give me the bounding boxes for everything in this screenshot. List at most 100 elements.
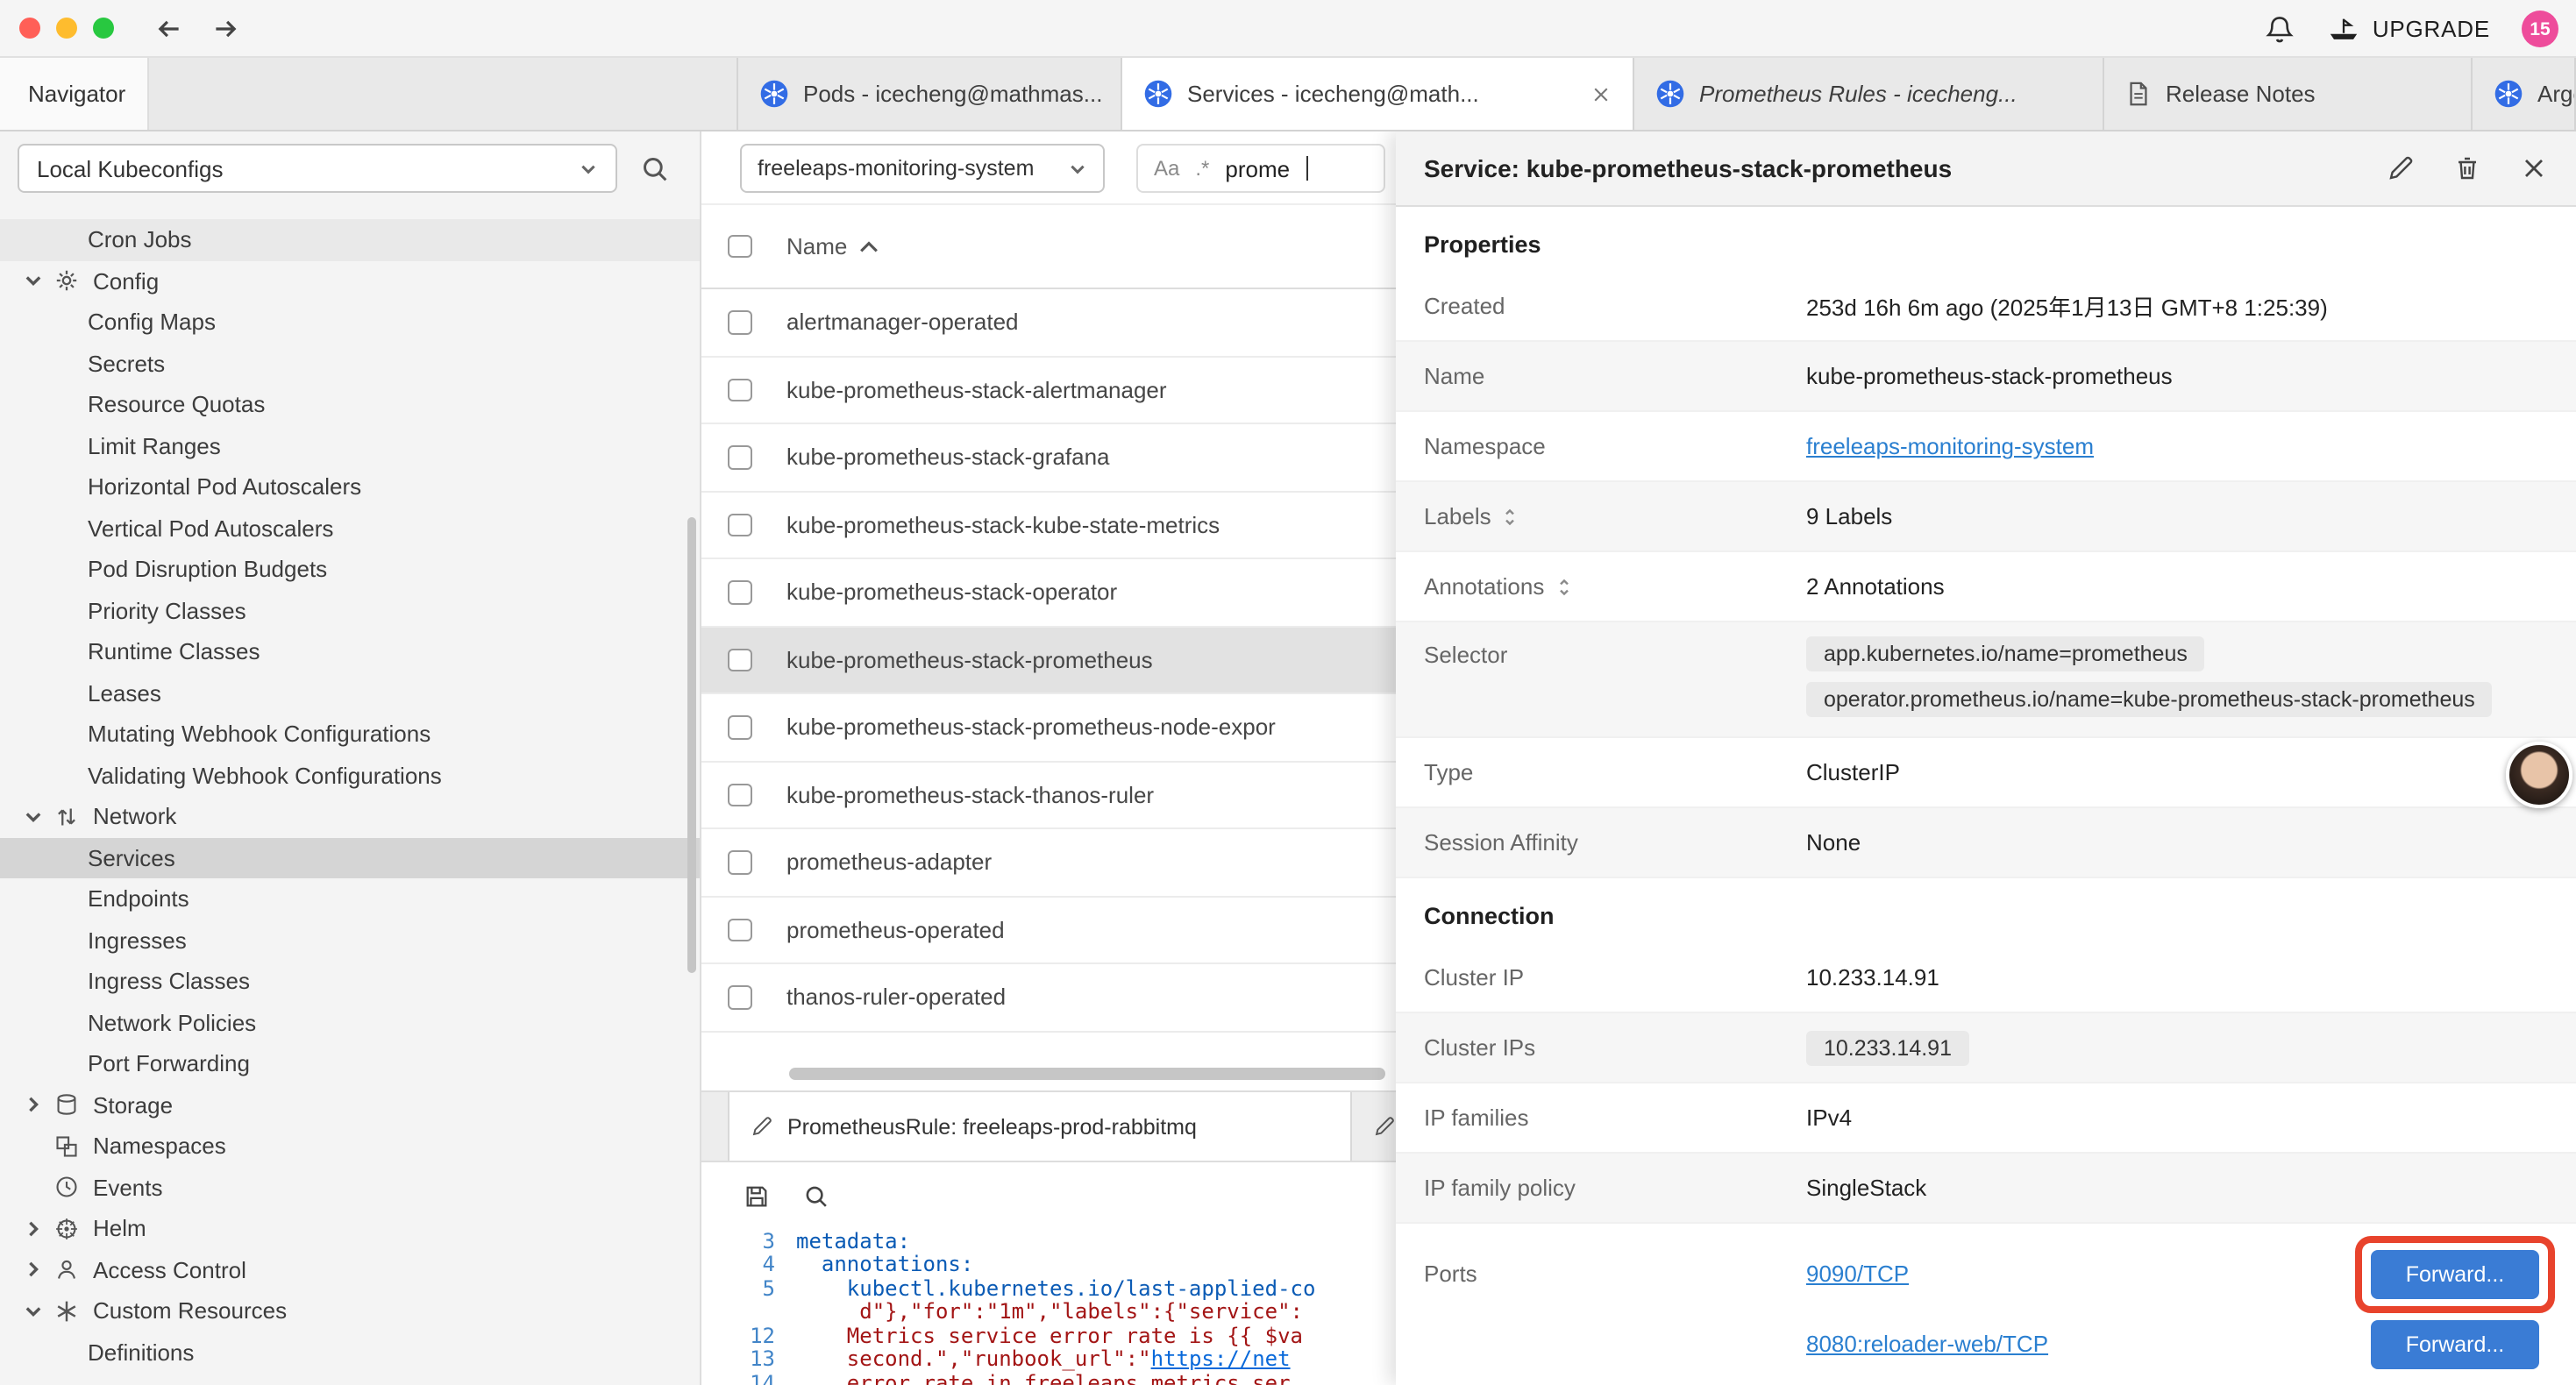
regex-toggle[interactable]: .* (1195, 156, 1209, 181)
sidebar-group-access-control[interactable]: Access Control (0, 1249, 700, 1290)
forward-button[interactable]: Forward... (2371, 1320, 2539, 1369)
sidebar-item-namespaces[interactable]: Namespaces (0, 1126, 700, 1167)
search-icon[interactable] (640, 153, 670, 183)
horizontal-scrollbar[interactable] (789, 1068, 1385, 1080)
navigator-header[interactable]: Navigator (0, 58, 149, 130)
sidebar-item-ingresses[interactable]: Ingresses (0, 920, 700, 961)
dock-tab-partial[interactable] (1352, 1092, 1396, 1161)
table-header: Name (701, 205, 1396, 289)
access-control-icon (54, 1258, 79, 1282)
sidebar-scrollbar[interactable] (687, 517, 696, 973)
close-drawer-icon[interactable] (2520, 154, 2548, 182)
code-line: metadata: (796, 1229, 910, 1254)
table-row[interactable]: prometheus-adapter (701, 829, 1396, 897)
kubeconfig-selector[interactable]: Local Kubeconfigs (18, 144, 617, 193)
tab-release-notes[interactable]: Release Notes (2104, 58, 2473, 130)
table-row-selected[interactable]: kube-prometheus-stack-prometheus (701, 627, 1396, 694)
row-checkbox[interactable] (728, 580, 751, 604)
table-row[interactable]: kube-prometheus-stack-thanos-ruler (701, 762, 1396, 829)
sidebar-item-horizontal-pod-autoscalers[interactable]: Horizontal Pod Autoscalers (0, 466, 700, 508)
back-icon[interactable] (154, 14, 184, 44)
sidebar-item-leases[interactable]: Leases (0, 672, 700, 714)
save-icon[interactable] (744, 1183, 770, 1209)
tab-services[interactable]: Services - icecheng@math... (1122, 58, 1634, 130)
sidebar-item-definitions[interactable]: Definitions (0, 1332, 700, 1373)
row-checkbox[interactable] (728, 850, 751, 874)
row-checkbox[interactable] (728, 715, 751, 739)
row-checkbox[interactable] (728, 310, 751, 334)
sidebar-item-secrets[interactable]: Secrets (0, 343, 700, 384)
table-row[interactable]: kube-prometheus-stack-grafana (701, 424, 1396, 492)
sidebar-item-runtime-classes[interactable]: Runtime Classes (0, 631, 700, 672)
name-column-header[interactable]: Name (786, 233, 847, 259)
port-link-8080[interactable]: 8080:reloader-web/TCP (1806, 1331, 2048, 1357)
delete-icon[interactable] (2453, 154, 2481, 182)
sidebar-item-pod-disruption-budgets[interactable]: Pod Disruption Budgets (0, 549, 700, 590)
sidebar-item-events[interactable]: Events (0, 1167, 700, 1208)
search-icon[interactable] (803, 1183, 829, 1209)
close-tab-icon[interactable] (1590, 83, 1612, 104)
table-row[interactable]: prometheus-operated (701, 897, 1396, 964)
sidebar-item-cron-jobs[interactable]: Cron Jobs (0, 219, 700, 260)
select-all-checkbox[interactable] (728, 235, 751, 259)
maximize-window-button[interactable] (93, 18, 114, 39)
table-row[interactable]: alertmanager-operated (701, 289, 1396, 357)
tab-pods[interactable]: Pods - icecheng@mathmas... (737, 58, 1122, 130)
forward-icon[interactable] (210, 14, 240, 44)
expand-updown-icon[interactable] (1555, 576, 1572, 597)
table-row[interactable]: kube-prometheus-stack-prometheus-node-ex… (701, 694, 1396, 762)
row-checkbox[interactable] (728, 648, 751, 671)
notifications-bell-icon[interactable] (2264, 13, 2295, 45)
tab-prometheus-rules[interactable]: Prometheus Rules - icecheng... (1634, 58, 2104, 130)
upgrade-button[interactable]: UPGRADE (2327, 15, 2490, 43)
row-checkbox[interactable] (728, 918, 751, 941)
row-checkbox[interactable] (728, 513, 751, 536)
sidebar-group-network[interactable]: Network (0, 796, 700, 837)
notification-count-badge[interactable]: 15 (2522, 11, 2558, 47)
sidebar-group-helm[interactable]: Helm (0, 1208, 700, 1249)
row-checkbox[interactable] (728, 783, 751, 806)
user-avatar[interactable] (2506, 742, 2572, 808)
sidebar-group-storage[interactable]: Storage (0, 1084, 700, 1126)
edit-icon[interactable] (2387, 154, 2415, 182)
sidebar-item-validating-webhook-configurations[interactable]: Validating Webhook Configurations (0, 755, 700, 796)
row-checkbox[interactable] (728, 985, 751, 1009)
sidebar-group-custom-resources[interactable]: Custom Resources (0, 1290, 700, 1332)
yaml-editor[interactable]: 3metadata: 4 annotations: 5 kubectl.kube… (701, 1229, 1396, 1385)
namespace-selector[interactable]: freeleaps-monitoring-system (740, 144, 1105, 193)
sidebar-item-limit-ranges[interactable]: Limit Ranges (0, 425, 700, 466)
sidebar-item-ingress-classes[interactable]: Ingress Classes (0, 961, 700, 1002)
search-input[interactable]: Aa .* prome (1136, 144, 1385, 193)
expand-updown-icon[interactable] (1502, 506, 1519, 527)
sidebar-item-services[interactable]: Services (0, 837, 700, 878)
chevron-down-icon (23, 806, 44, 827)
sidebar-item-endpoints[interactable]: Endpoints (0, 878, 700, 920)
close-window-button[interactable] (19, 18, 40, 39)
sort-ascending-icon[interactable] (859, 239, 879, 253)
dock-tab-prometheusrule[interactable]: PrometheusRule: freeleaps-prod-rabbitmq (728, 1092, 1352, 1161)
table-row[interactable]: thanos-ruler-operated (701, 964, 1396, 1032)
row-checkbox[interactable] (728, 378, 751, 401)
sidebar-item-config-maps[interactable]: Config Maps (0, 302, 700, 343)
minimize-window-button[interactable] (56, 18, 77, 39)
table-row[interactable]: kube-prometheus-stack-alertmanager (701, 357, 1396, 424)
navigator-sidebar: Local Kubeconfigs Cron Jobs Config Confi… (0, 131, 701, 1385)
table-row[interactable]: kube-prometheus-stack-operator (701, 559, 1396, 627)
match-case-toggle[interactable]: Aa (1154, 156, 1179, 181)
sidebar-group-config[interactable]: Config (0, 260, 700, 302)
table-row[interactable]: kube-prometheus-stack-kube-state-metrics (701, 492, 1396, 559)
port-link-9090[interactable]: 9090/TCP (1806, 1261, 1909, 1287)
row-checkbox[interactable] (728, 445, 751, 469)
kubernetes-icon (2494, 79, 2523, 109)
forward-button[interactable]: Forward... (2371, 1250, 2539, 1299)
tab-argo[interactable]: Argo Se (2473, 58, 2576, 130)
chevron-down-icon (23, 271, 44, 292)
sidebar-item-network-policies[interactable]: Network Policies (0, 1002, 700, 1043)
sidebar-item-resource-quotas[interactable]: Resource Quotas (0, 384, 700, 425)
sidebar-item-priority-classes[interactable]: Priority Classes (0, 590, 700, 631)
namespace-link[interactable]: freeleaps-monitoring-system (1806, 433, 2094, 459)
sidebar-item-mutating-webhook-configurations[interactable]: Mutating Webhook Configurations (0, 714, 700, 755)
cluster-ip-row: Cluster IP 10.233.14.91 (1396, 943, 2576, 1013)
sidebar-item-vertical-pod-autoscalers[interactable]: Vertical Pod Autoscalers (0, 508, 700, 549)
sidebar-item-port-forwarding[interactable]: Port Forwarding (0, 1043, 700, 1084)
